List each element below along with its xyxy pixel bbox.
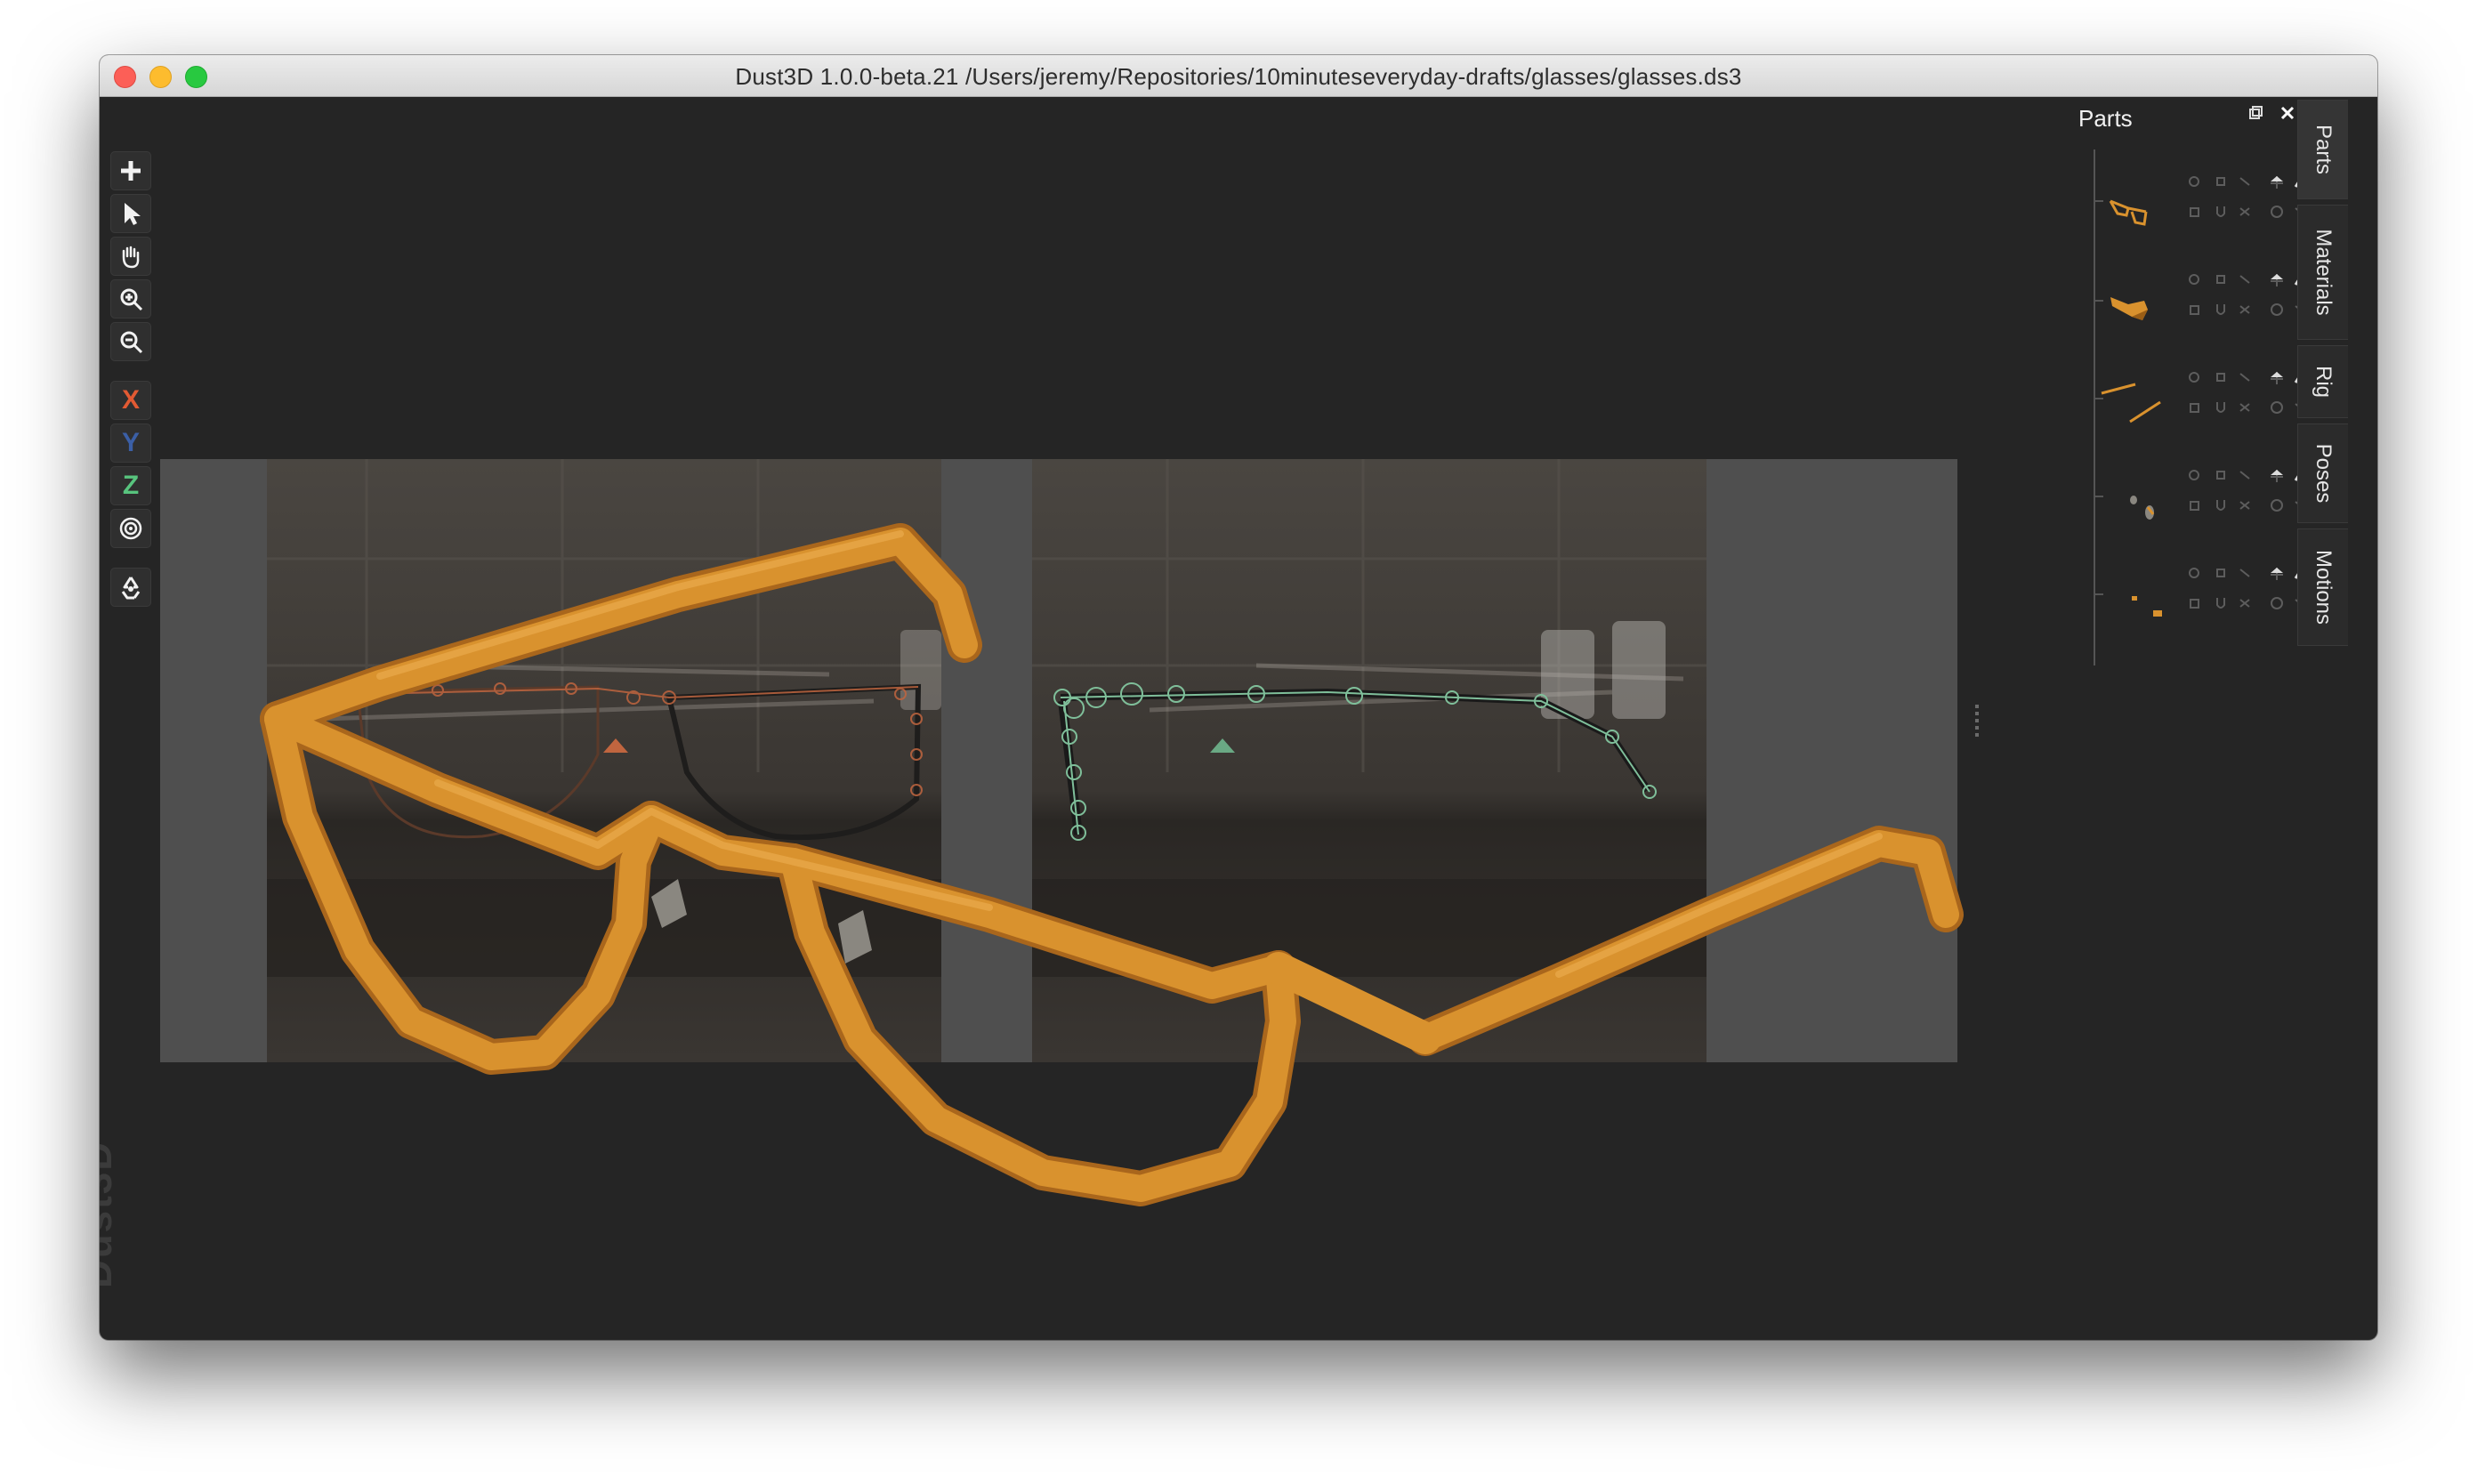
zoom-in-icon bbox=[120, 288, 143, 311]
tab-poses-label: Poses bbox=[2312, 443, 2336, 504]
part-thumbnail bbox=[2101, 383, 2161, 423]
zoom-in-button[interactable] bbox=[110, 279, 151, 319]
reference-image-background bbox=[160, 459, 1957, 1062]
add-node-button[interactable] bbox=[110, 151, 151, 190]
plus-icon bbox=[121, 161, 141, 181]
dust3d-watermark: Dust3D bbox=[100, 1140, 120, 1288]
z-axis-lock-button[interactable]: Z bbox=[110, 466, 151, 505]
tab-parts-label: Parts bbox=[2312, 124, 2336, 175]
title-bar: Dust3D 1.0.0-beta.21 /Users/jeremy/Repos… bbox=[100, 55, 2377, 97]
tab-materials-label: Materials bbox=[2312, 229, 2336, 316]
tab-motions[interactable]: Motions bbox=[2297, 528, 2348, 646]
select-button[interactable] bbox=[110, 194, 151, 233]
tab-rig-label: Rig bbox=[2312, 365, 2336, 399]
tab-materials[interactable]: Materials bbox=[2297, 205, 2348, 340]
float-panel-button[interactable] bbox=[2246, 103, 2265, 123]
x-axis-lock-button[interactable]: X bbox=[110, 381, 151, 420]
tab-poses[interactable]: Poses bbox=[2297, 423, 2348, 523]
pointer-icon bbox=[125, 203, 141, 225]
app-window: Dust3D 1.0.0-beta.21 /Users/jeremy/Repos… bbox=[100, 55, 2377, 1340]
side-tab-bar: Parts Materials Rig Poses Motions bbox=[2297, 96, 2348, 1340]
hand-icon bbox=[122, 246, 140, 269]
zoom-out-icon bbox=[120, 331, 143, 354]
window-title: Dust3D 1.0.0-beta.21 /Users/jeremy/Repos… bbox=[735, 63, 1742, 90]
target-icon bbox=[119, 517, 142, 540]
part-thumbnail bbox=[2130, 496, 2155, 520]
parts-panel-title: Parts bbox=[2078, 105, 2133, 132]
y-axis-lock-button[interactable]: Y bbox=[110, 423, 151, 463]
pan-button[interactable] bbox=[110, 237, 151, 276]
close-panel-button[interactable] bbox=[2278, 103, 2297, 123]
regenerate-button[interactable] bbox=[110, 568, 151, 607]
parts-panel: Parts bbox=[1979, 96, 2306, 1340]
tab-motions-label: Motions bbox=[2312, 549, 2336, 625]
tab-parts[interactable]: Parts bbox=[2297, 100, 2348, 199]
recycle-icon bbox=[121, 577, 141, 600]
radius-lock-button[interactable] bbox=[110, 509, 151, 548]
part-thumbnail bbox=[2132, 596, 2162, 617]
part-thumbnail bbox=[2110, 297, 2148, 320]
zoom-out-button[interactable] bbox=[110, 322, 151, 361]
tab-rig[interactable]: Rig bbox=[2297, 345, 2348, 418]
part-thumbnail bbox=[2109, 199, 2148, 226]
